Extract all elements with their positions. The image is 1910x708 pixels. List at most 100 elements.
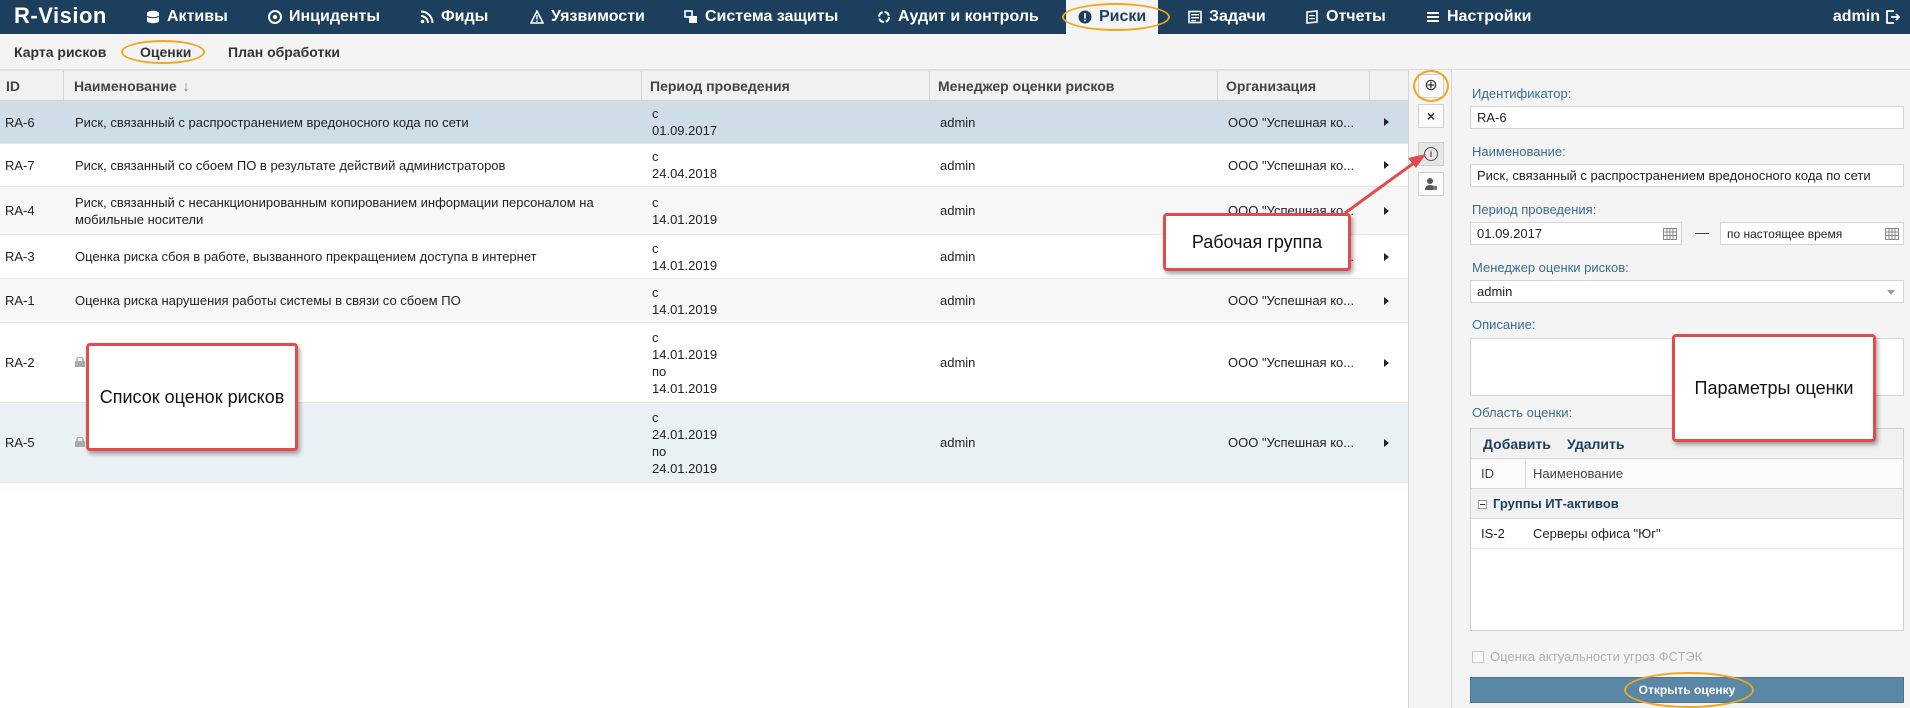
period-dash: — [1695, 224, 1709, 240]
record-toolbar: ⊕ × i [1408, 70, 1452, 708]
row-manager: admin [940, 355, 976, 370]
period-line: с [652, 240, 659, 256]
scope-delete-button[interactable]: Удалить [1567, 429, 1624, 459]
nav-item-assets[interactable]: Активы [146, 0, 228, 34]
period-line: 24.01.2019 [652, 426, 718, 442]
manager-select[interactable]: admin [1470, 280, 1904, 303]
info-button[interactable]: i [1418, 142, 1444, 166]
tab-assessments[interactable]: Оценки [140, 34, 191, 70]
team-icon [1425, 178, 1437, 190]
row-organization: ООО "Успешная ко... [1228, 293, 1355, 308]
scope-row[interactable]: IS-2 Серверы офиса "Юг" [1471, 519, 1903, 549]
manager-label: Менеджер оценки рисков: [1472, 260, 1629, 275]
table-row[interactable]: RA-1 Оценка риска нарушения работы систе… [0, 279, 1408, 323]
windows-icon [684, 10, 697, 23]
nav-item-incidents[interactable]: Инциденты [268, 0, 380, 34]
scope-row-id: IS-2 [1481, 526, 1505, 541]
row-organization: ООО "Успешная ко... [1228, 157, 1355, 173]
row-manager: admin [940, 114, 976, 130]
column-divider [1525, 459, 1526, 489]
row-expand-icon[interactable] [1380, 403, 1400, 482]
row-id: RA-2 [5, 355, 35, 370]
nav-item-label: Аудит и контроль [898, 8, 1039, 25]
triangle-right-icon [1384, 358, 1389, 367]
nav-item-tasks[interactable]: Задачи [1188, 0, 1266, 34]
app-logo[interactable]: R-Vision [14, 3, 107, 29]
row-manager: admin [940, 293, 976, 308]
row-expand-icon[interactable] [1380, 235, 1400, 278]
scope-group-row[interactable]: Группы ИТ-активов [1471, 489, 1903, 519]
scope-header: ID Наименование [1471, 459, 1903, 489]
row-period: с 14.01.2019 [648, 187, 928, 234]
nav-item-label: Активы [167, 8, 228, 25]
column-header-manager[interactable]: Менеджер оценки рисков [930, 71, 1218, 101]
tab-treatment-plan[interactable]: План обработки [228, 34, 340, 70]
scope-col-name[interactable]: Наименование [1533, 459, 1623, 489]
user-menu[interactable]: admin [1833, 0, 1900, 34]
nav-item-risks[interactable]: Риски [1066, 0, 1159, 34]
scope-group-label: Группы ИТ-активов [1493, 496, 1619, 511]
nav-item-audit[interactable]: Аудит и контроль [877, 0, 1039, 34]
close-button[interactable]: × [1418, 104, 1444, 128]
row-expand-icon[interactable] [1380, 101, 1400, 143]
fstek-checkbox[interactable] [1472, 651, 1484, 663]
row-period: с 14.01.2019 [648, 279, 928, 322]
period-line: 24.04.2018 [652, 166, 718, 181]
collapse-icon[interactable] [1478, 500, 1487, 509]
table-row[interactable]: RA-6 Риск, связанный с распространением … [0, 101, 1408, 144]
row-name: Риск, связанный с распространением вредо… [75, 114, 469, 130]
row-expand-icon[interactable] [1380, 187, 1400, 234]
period-from-value: 01.09.2017 [1477, 226, 1543, 241]
id-field[interactable]: RA-6 [1470, 106, 1904, 129]
menu-icon [1427, 12, 1439, 22]
nav-item-vulnerabilities[interactable]: Уязвимости [530, 0, 645, 34]
period-line: 14.01.2019 [652, 380, 718, 396]
period-line: 01.09.2017 [652, 123, 718, 138]
period-to-field[interactable]: по настоящее время [1720, 222, 1904, 245]
nav-item-label: Задачи [1209, 8, 1266, 25]
close-icon: × [1426, 108, 1436, 124]
nav-item-label: Настройки [1447, 8, 1532, 25]
period-line: с [652, 194, 659, 210]
calendar-icon[interactable] [1885, 228, 1899, 240]
logout-icon[interactable] [1886, 10, 1900, 24]
lock-icon [75, 437, 85, 447]
reports-icon [1306, 10, 1318, 24]
plus-circle-icon: ⊕ [1424, 77, 1438, 94]
row-expand-icon[interactable] [1380, 279, 1400, 322]
column-header-organization[interactable]: Организация [1218, 71, 1370, 101]
nav-item-reports[interactable]: Отчеты [1305, 0, 1386, 34]
column-header-name-label: Наименование [74, 78, 177, 94]
tasks-icon [1188, 10, 1202, 24]
row-expand-icon[interactable] [1380, 323, 1400, 402]
column-header-id[interactable]: ID [0, 71, 64, 101]
calendar-icon[interactable] [1663, 228, 1677, 240]
table-row[interactable]: RA-7 Риск, связанный со сбоем ПО в резул… [0, 144, 1408, 187]
warning-icon [530, 10, 544, 24]
team-button[interactable] [1418, 172, 1444, 196]
row-expand-icon[interactable] [1380, 144, 1400, 186]
period-from-field[interactable]: 01.09.2017 [1470, 222, 1682, 245]
cycle-icon [878, 11, 890, 23]
column-header-period[interactable]: Период проведения [642, 71, 930, 101]
scope-add-button[interactable]: Добавить [1483, 429, 1551, 459]
triangle-right-icon [1384, 296, 1389, 305]
target-icon [268, 10, 282, 24]
period-line: 14.01.2019 [652, 346, 718, 362]
tab-risk-map[interactable]: Карта рисков [14, 34, 106, 70]
row-period: с 24.01.2019 по 24.01.2019 [648, 403, 928, 482]
add-button[interactable]: ⊕ [1418, 74, 1444, 98]
name-field[interactable]: Риск, связанный с распространением вредо… [1470, 164, 1904, 187]
nav-item-settings[interactable]: Настройки [1426, 0, 1531, 34]
period-line: с [652, 329, 659, 345]
period-line: по [652, 363, 667, 379]
scope-col-id[interactable]: ID [1481, 459, 1494, 489]
table-header: ID Наименование ↓ Период проведения Мене… [0, 70, 1408, 101]
id-label: Идентификатор: [1472, 86, 1572, 101]
column-header-name[interactable]: Наименование ↓ [64, 71, 642, 101]
nav-item-protection-system[interactable]: Система защиты [684, 0, 838, 34]
open-assessment-button[interactable]: Открыть оценку [1470, 677, 1904, 703]
callout-work-group: Рабочая группа [1163, 213, 1351, 271]
nav-item-feeds[interactable]: Фиды [420, 0, 488, 34]
row-organization: ООО "Успешная ко... [1228, 355, 1355, 370]
